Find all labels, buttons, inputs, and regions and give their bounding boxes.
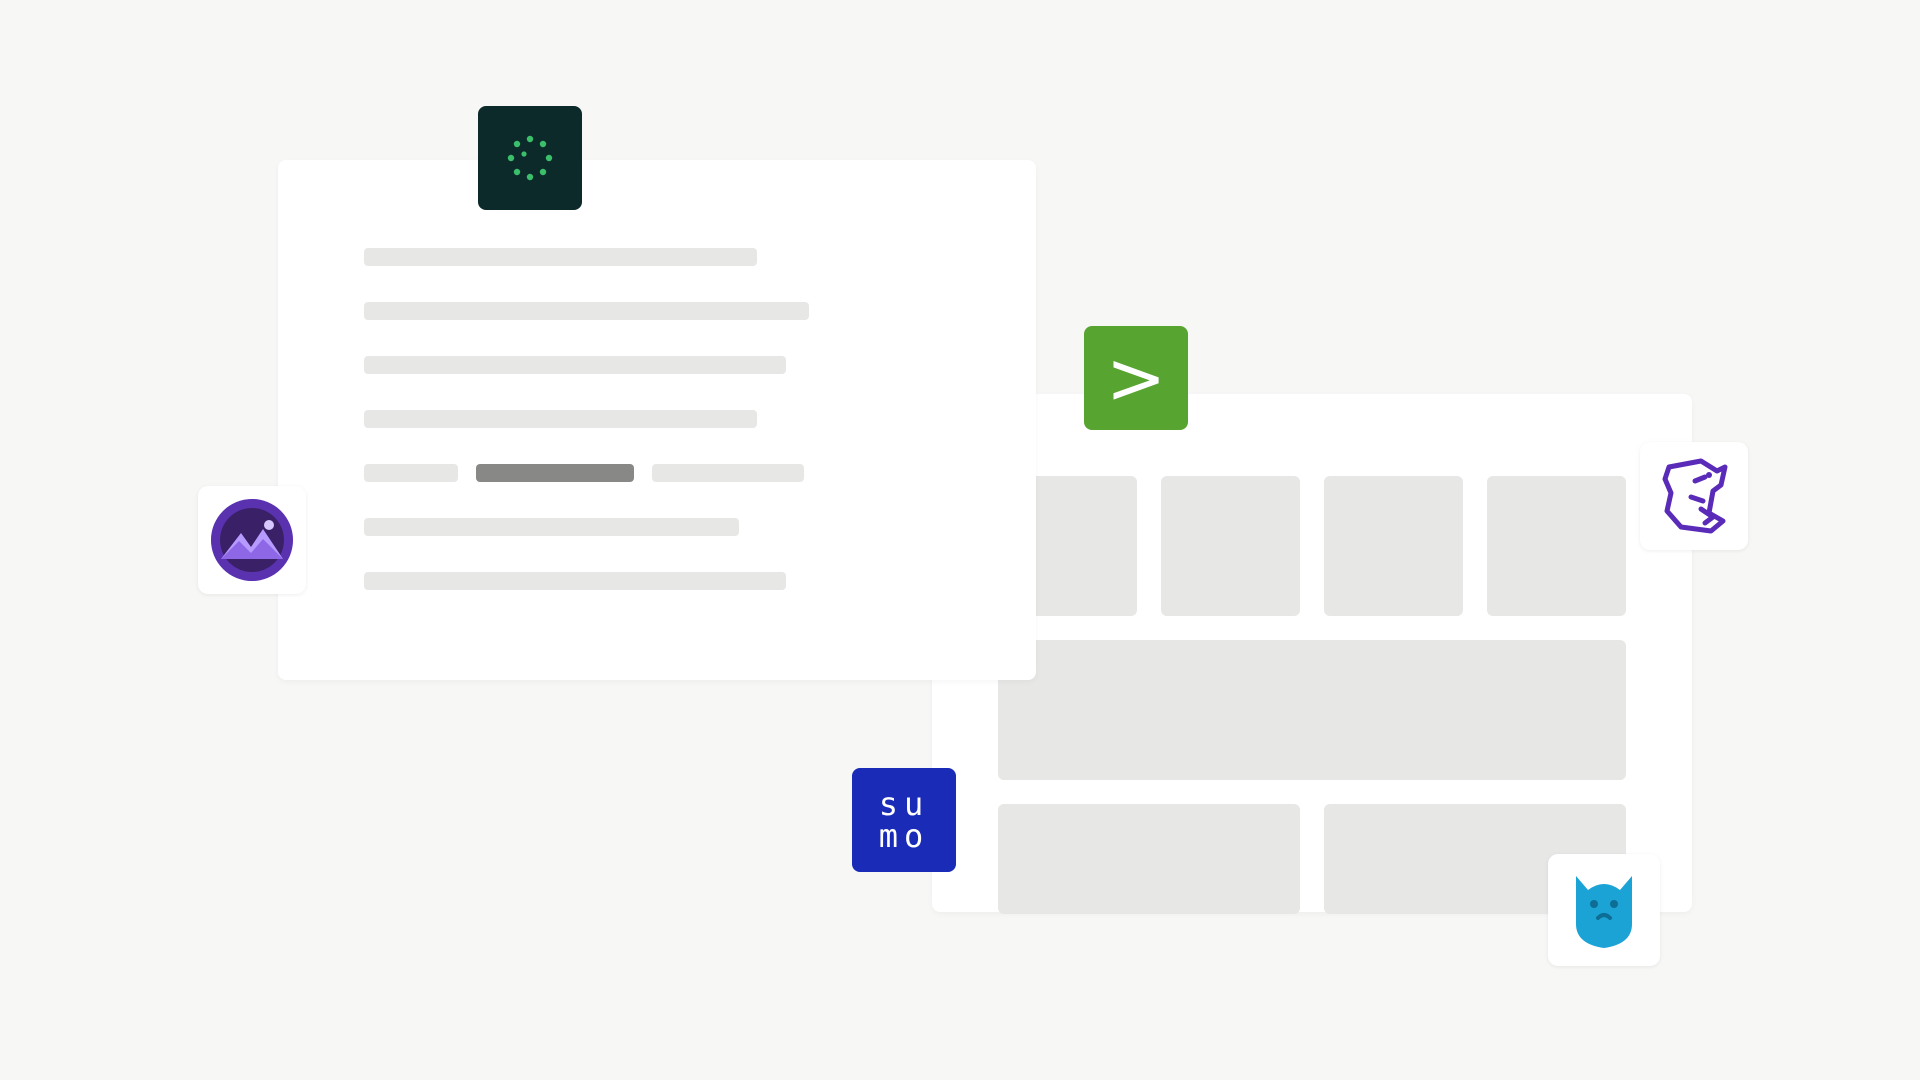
- document-text-placeholder: [364, 248, 950, 620]
- sumo-icon: su mo: [852, 768, 956, 872]
- text-segment: [652, 464, 804, 482]
- text-segment-highlight: [476, 464, 634, 482]
- text-line: [364, 410, 757, 428]
- dots-ring-icon: [478, 106, 582, 210]
- dots-ring-svg: [504, 132, 556, 184]
- text-line: [364, 518, 739, 536]
- dashboard-row-metrics: [998, 476, 1626, 616]
- dashboard-row-split: [998, 804, 1626, 914]
- dashboard-tile: [1487, 476, 1626, 616]
- text-line: [364, 572, 786, 590]
- dashboard-tile-wide: [998, 640, 1626, 780]
- dashboard-tile: [1161, 476, 1300, 616]
- text-line: [364, 356, 786, 374]
- dashboard-row-chart: [998, 640, 1626, 780]
- highlighted-text-line: [364, 464, 950, 482]
- arrow-glyph: >: [1106, 342, 1166, 414]
- text-line: [364, 248, 757, 266]
- dashboard-card: [932, 394, 1692, 912]
- green-arrow-icon: >: [1084, 326, 1188, 430]
- document-card: [278, 160, 1036, 680]
- sumo-line-1: su: [879, 788, 930, 820]
- blue-cat-icon: [1548, 854, 1660, 966]
- dashboard-tile: [998, 804, 1300, 914]
- dog-outline-icon: [1640, 442, 1748, 550]
- text-line: [364, 302, 809, 320]
- illustration-canvas: > su mo: [0, 0, 1920, 1080]
- sumo-line-2: mo: [879, 820, 930, 852]
- purple-mountain-icon: [198, 486, 306, 594]
- dashboard-tile: [1324, 476, 1463, 616]
- text-segment: [364, 464, 458, 482]
